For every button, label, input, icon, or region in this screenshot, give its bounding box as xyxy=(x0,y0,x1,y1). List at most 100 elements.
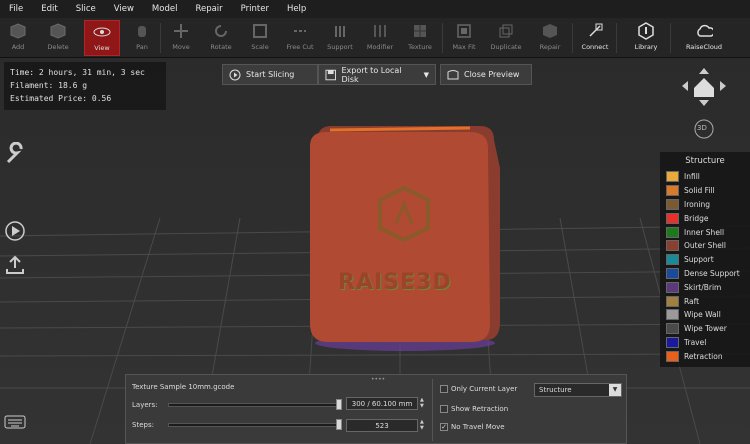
menu-help[interactable]: Help xyxy=(278,0,315,18)
view-button[interactable]: View xyxy=(84,20,120,56)
steps-value-field[interactable]: 523 xyxy=(346,419,418,432)
legend-item: Solid Fill xyxy=(660,184,750,198)
legend-swatch xyxy=(666,295,679,307)
only-current-layer-checkbox[interactable] xyxy=(440,385,448,393)
menu-model[interactable]: Model xyxy=(143,0,187,18)
legend-item: Travel xyxy=(660,336,750,350)
legend-label: Skirt/Brim xyxy=(684,282,722,292)
duplicate-button[interactable]: Duplicate xyxy=(488,20,524,56)
add-button[interactable]: Add xyxy=(0,20,36,56)
move-button[interactable]: Move xyxy=(163,20,199,56)
layers-stepper[interactable]: ▲ ▼ xyxy=(420,397,428,410)
legend-item: Bridge xyxy=(660,211,750,225)
connect-button[interactable]: Connect xyxy=(577,20,613,56)
hand-icon xyxy=(133,22,151,40)
legend-label: Travel xyxy=(684,337,707,347)
support-button[interactable]: Support xyxy=(322,20,358,56)
max-fit-icon xyxy=(455,22,473,40)
menu-printer[interactable]: Printer xyxy=(232,0,278,18)
menu-bar: File Edit Slice View Model Repair Printe… xyxy=(0,0,750,18)
printed-model xyxy=(310,126,500,351)
texture-label: Texture xyxy=(408,43,432,51)
pan-label: Pan xyxy=(136,43,148,51)
structure-select[interactable]: Structure ▼ xyxy=(534,383,622,397)
legend-swatch xyxy=(666,336,679,348)
toolbar-divider xyxy=(616,23,617,53)
drag-handle[interactable]: •••• xyxy=(371,376,385,383)
texture-button[interactable]: Texture xyxy=(402,20,438,56)
steps-slider-knob[interactable] xyxy=(336,419,342,430)
steps-label: Steps: xyxy=(132,421,154,429)
delete-cube-icon xyxy=(49,22,67,40)
menu-slice[interactable]: Slice xyxy=(67,0,105,18)
legend-item: Skirt/Brim xyxy=(660,280,750,294)
legend-swatch xyxy=(666,185,679,197)
menu-edit[interactable]: Edit xyxy=(32,0,66,18)
preview-control-panel: •••• Texture Sample 10mm.gcode Layers: 3… xyxy=(125,374,627,444)
legend-label: Dense Support xyxy=(684,268,740,278)
scale-button[interactable]: Scale xyxy=(242,20,278,56)
move-arrows-icon xyxy=(172,22,190,40)
upload-icon[interactable] xyxy=(4,254,26,276)
free-cut-button[interactable]: Free Cut xyxy=(282,20,318,56)
legend-item: Inner Shell xyxy=(660,225,750,239)
layers-slider-knob[interactable] xyxy=(336,399,342,410)
close-preview-button[interactable]: Close Preview xyxy=(440,64,532,85)
filament-weight: Filament: 18.6 g xyxy=(10,81,88,90)
pan-button[interactable]: Pan xyxy=(124,20,160,56)
arrow-left-icon xyxy=(682,81,688,91)
steps-stepper[interactable]: ▲ ▼ xyxy=(420,419,428,432)
legend-label: Solid Fill xyxy=(684,186,715,196)
move-label: Move xyxy=(172,43,190,51)
toolbar-divider xyxy=(442,23,443,53)
cloud-icon xyxy=(695,22,713,40)
wrench-icon[interactable] xyxy=(4,142,28,166)
rotate-label: Rotate xyxy=(210,43,232,51)
library-icon xyxy=(637,22,655,40)
layers-slider[interactable] xyxy=(168,403,342,407)
legend-item: Retraction xyxy=(660,349,750,363)
home-icon xyxy=(694,78,714,97)
no-travel-move-checkbox[interactable]: ✓ xyxy=(440,423,448,431)
play-icon xyxy=(229,69,241,80)
rotate-button[interactable]: Rotate xyxy=(203,20,239,56)
start-slicing-button[interactable]: Start Slicing xyxy=(222,64,318,85)
toolbar-divider xyxy=(572,23,573,53)
connect-plug-icon xyxy=(586,22,604,40)
slice-stats-panel: Time: 2 hours, 31 min, 3 sec Filament: 1… xyxy=(4,62,166,110)
toolbar-divider xyxy=(160,23,161,53)
free-cut-label: Free Cut xyxy=(286,43,314,51)
legend-item: Ironing xyxy=(660,198,750,212)
play-circle-icon[interactable] xyxy=(4,220,26,242)
add-cube-icon xyxy=(9,22,27,40)
menu-repair[interactable]: Repair xyxy=(186,0,231,18)
legend-item: Wipe Tower xyxy=(660,322,750,336)
support-label: Support xyxy=(327,43,353,51)
raisecloud-button[interactable]: RaiseCloud xyxy=(682,20,726,56)
show-retraction-checkbox[interactable] xyxy=(440,405,448,413)
menu-file[interactable]: File xyxy=(0,0,32,18)
repair-button[interactable]: Repair xyxy=(532,20,568,56)
chevron-down-icon[interactable]: ▼ xyxy=(424,71,429,79)
support-icon xyxy=(331,22,349,40)
print-time: Time: 2 hours, 31 min, 3 sec xyxy=(10,68,145,77)
export-button[interactable]: Export to Local Disk ▼ xyxy=(318,64,436,85)
only-current-layer-label: Only Current Layer xyxy=(451,385,518,393)
layers-label: Layers: xyxy=(132,401,158,409)
view-3d-label[interactable]: 3D xyxy=(697,124,707,132)
delete-button[interactable]: Delete xyxy=(40,20,76,56)
legend-item: Raft xyxy=(660,294,750,308)
legend-label: Ironing xyxy=(684,199,711,209)
scale-label: Scale xyxy=(251,43,269,51)
menu-view[interactable]: View xyxy=(105,0,143,18)
texture-icon xyxy=(411,22,429,40)
legend-swatch xyxy=(666,309,679,321)
library-button[interactable]: Library xyxy=(628,20,664,56)
steps-slider[interactable] xyxy=(168,423,342,427)
max-fit-button[interactable]: Max Fit xyxy=(446,20,482,56)
legend-label: Inner Shell xyxy=(684,227,725,237)
add-label: Add xyxy=(11,43,25,51)
keyboard-icon[interactable] xyxy=(4,414,26,430)
layers-value-field[interactable]: 300 / 60.100 mm xyxy=(346,397,418,410)
modifier-button[interactable]: Modifier xyxy=(362,20,398,56)
